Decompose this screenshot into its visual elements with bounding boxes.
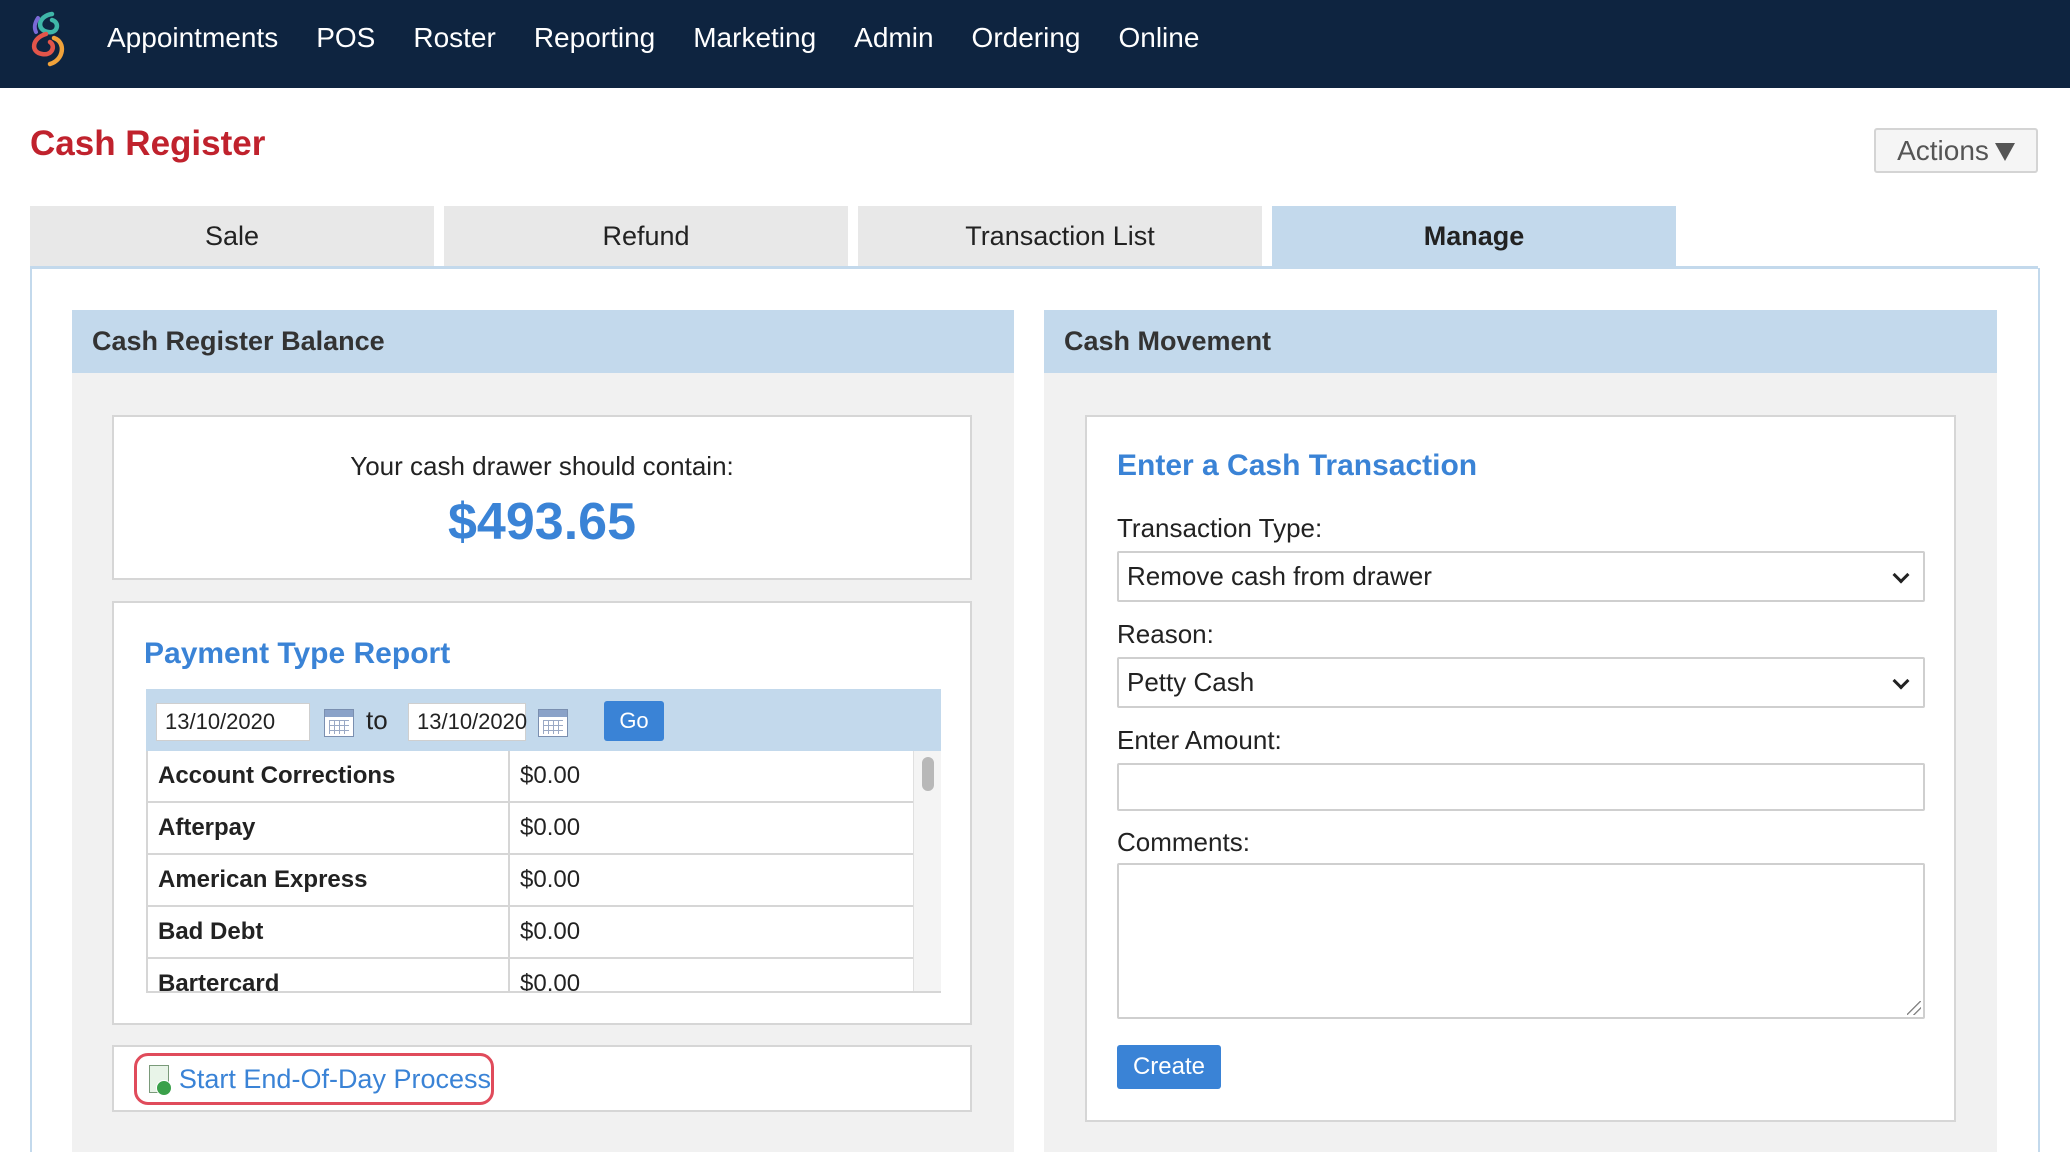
date-range-bar: 13/10/2020 to 13/10/2020 Go — [146, 689, 941, 751]
table-row: Bad Debt $0.00 — [148, 907, 941, 959]
go-button[interactable]: Go — [604, 701, 664, 741]
nav-item-marketing[interactable]: Marketing — [693, 22, 816, 54]
swirl-logo-icon[interactable] — [24, 8, 74, 70]
date-from-input[interactable]: 13/10/2020 — [156, 703, 310, 741]
end-of-day-box: Start End-Of-Day Process — [112, 1045, 972, 1112]
tab-refund[interactable]: Refund — [444, 206, 848, 266]
transaction-type-select[interactable]: Remove cash from drawer — [1117, 551, 1925, 602]
comments-label: Comments: — [1117, 827, 1250, 857]
date-range-to-label: to — [366, 705, 388, 735]
table-row: Account Corrections $0.00 — [148, 751, 941, 803]
payment-type-value: $0.00 — [520, 970, 581, 993]
tab-sale[interactable]: Sale — [30, 206, 434, 266]
calendar-icon[interactable] — [324, 709, 354, 737]
payment-type-name: Account Corrections — [148, 751, 510, 801]
payment-type-name: Bartercard — [148, 959, 510, 991]
table-row: Afterpay $0.00 — [148, 803, 941, 855]
page-title: Cash Register — [30, 124, 266, 163]
nav-item-online[interactable]: Online — [1118, 22, 1199, 54]
actions-dropdown-button[interactable]: Actions — [1874, 128, 2038, 173]
payment-type-value: $0.00 — [520, 814, 581, 841]
cash-transaction-form: Enter a Cash Transaction Transaction Typ… — [1085, 415, 1956, 1122]
payment-type-report-box: Payment Type Report 13/10/2020 to 13/10/… — [112, 601, 972, 1025]
table-scrollbar[interactable] — [913, 751, 941, 991]
amount-label: Enter Amount: — [1117, 725, 1282, 755]
table-row: American Express $0.00 — [148, 855, 941, 907]
nav-menu: Appointments POS Roster Reporting Market… — [107, 0, 1237, 76]
reason-value: Petty Cash — [1127, 667, 1255, 697]
payment-type-value: $0.00 — [520, 762, 581, 789]
payment-type-name: American Express — [148, 855, 510, 905]
payment-type-table: Account Corrections $0.00 Afterpay $0.00… — [146, 751, 941, 993]
payment-type-value: $0.00 — [520, 866, 581, 893]
triangle-down-icon — [1994, 142, 2015, 161]
end-of-day-label: Start End-Of-Day Process — [178, 1063, 491, 1094]
payment-type-value: $0.00 — [520, 918, 581, 945]
drawer-amount: $493.65 — [448, 493, 636, 551]
payment-report-title: Payment Type Report — [144, 637, 451, 670]
nav-item-pos[interactable]: POS — [316, 22, 375, 54]
nav-item-reporting[interactable]: Reporting — [534, 22, 655, 54]
cash-drawer-balance-box: Your cash drawer should contain: $493.65 — [112, 415, 972, 580]
nav-item-appointments[interactable]: Appointments — [107, 22, 278, 54]
transaction-type-label: Transaction Type: — [1117, 513, 1323, 543]
drawer-label: Your cash drawer should contain: — [350, 451, 734, 481]
nav-item-roster[interactable]: Roster — [413, 22, 495, 54]
nav-item-admin[interactable]: Admin — [854, 22, 933, 54]
report-go-icon — [149, 1065, 172, 1096]
reason-label: Reason: — [1117, 619, 1214, 649]
top-navigation-bar: Appointments POS Roster Reporting Market… — [0, 0, 2070, 88]
calendar-icon[interactable] — [538, 709, 568, 737]
date-to-input[interactable]: 13/10/2020 — [408, 703, 527, 741]
panel-header-balance: Cash Register Balance — [72, 310, 1014, 373]
actions-label: Actions — [1897, 134, 1989, 166]
chevron-down-icon — [1892, 672, 1910, 690]
nav-item-ordering[interactable]: Ordering — [972, 22, 1081, 54]
amount-input[interactable] — [1117, 763, 1925, 811]
panel-header-cash-movement: Cash Movement — [1044, 310, 1997, 373]
tab-transaction-list[interactable]: Transaction List — [858, 206, 1262, 266]
resize-handle-icon[interactable] — [1907, 1001, 1921, 1015]
payment-type-name: Bad Debt — [148, 907, 510, 957]
payment-type-name: Afterpay — [148, 803, 510, 853]
table-row: Bartercard $0.00 — [148, 959, 941, 993]
reason-select[interactable]: Petty Cash — [1117, 657, 1925, 708]
scrollbar-thumb[interactable] — [922, 757, 934, 791]
tab-bar: Sale Refund Transaction List Manage — [30, 206, 1686, 266]
chevron-down-icon — [1892, 566, 1910, 584]
form-title: Enter a Cash Transaction — [1117, 449, 1478, 482]
create-button[interactable]: Create — [1117, 1045, 1221, 1089]
transaction-type-value: Remove cash from drawer — [1127, 561, 1432, 591]
tab-manage[interactable]: Manage — [1272, 206, 1676, 266]
comments-textarea[interactable] — [1117, 863, 1925, 1019]
start-end-of-day-link[interactable]: Start End-Of-Day Process — [134, 1053, 494, 1105]
